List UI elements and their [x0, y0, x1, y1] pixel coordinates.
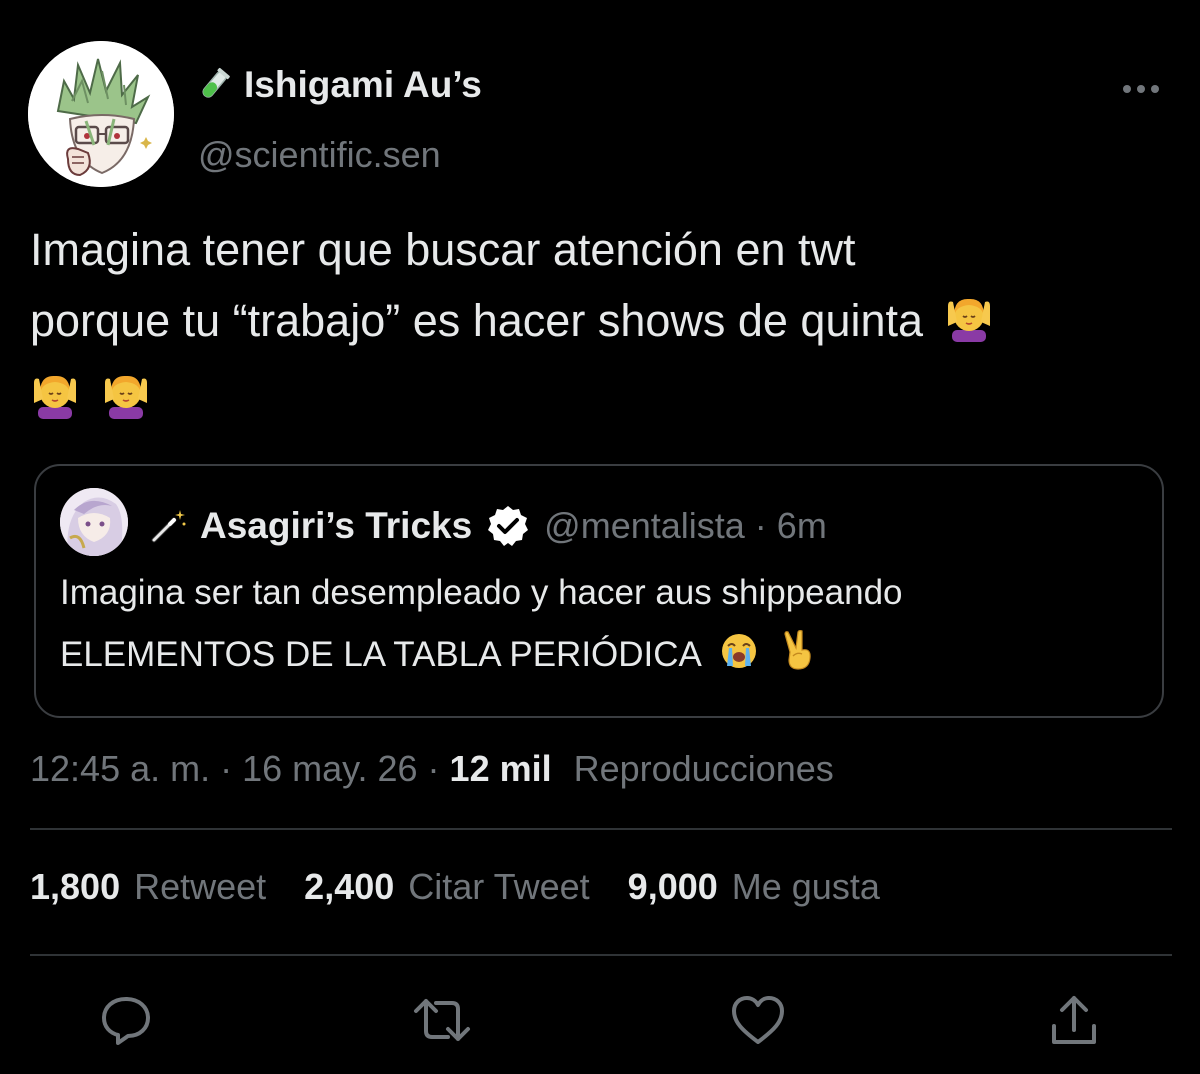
quoted-text-line-2: ELEMENTOS DE LA TABLA PERIÓDICA [60, 624, 1140, 690]
tweet-detail: Ishigami Au’s @scientific.sen Imagina te… [0, 0, 1200, 1074]
quoted-text: Imagina ser tan desempleado y hacer aus … [60, 562, 1140, 690]
tweet-text: Imagina tener que buscar atención en twt… [30, 214, 1180, 439]
divider [30, 828, 1172, 830]
tweet-text-line-2-text: porque tu “trabajo” es hacer shows de qu… [30, 295, 924, 346]
retweets-label: Retweet [134, 866, 267, 907]
face-massage-emoji [944, 291, 994, 362]
more-options-icon[interactable] [1118, 74, 1164, 104]
views-count: 12 mil [449, 748, 552, 789]
retweets-count: 1,800 [30, 866, 121, 907]
retweets-stat[interactable]: 1,800 Retweet [30, 866, 266, 908]
likes-count: 9,000 [627, 866, 718, 907]
likes-stat[interactable]: 9,000 Me gusta [628, 866, 880, 908]
quoted-timestamp[interactable]: 6m [777, 505, 827, 547]
quoted-header: Asagiri’s Tricks @mentalista · 6m [148, 504, 827, 548]
quoted-tweet[interactable]: Asagiri’s Tricks @mentalista · 6m Imagin… [34, 464, 1164, 718]
verified-badge-icon [486, 504, 530, 548]
tweet-text-line-3 [30, 362, 1180, 439]
views-label: Reproducciones [573, 748, 834, 789]
tweet-text-line-1: Imagina tener que buscar atención en twt [30, 224, 856, 275]
meta-separator: · [220, 748, 233, 789]
retweet-icon[interactable] [412, 990, 472, 1050]
quoted-author-handle[interactable]: @mentalista [544, 505, 745, 547]
loudly-crying-face-emoji [720, 628, 758, 690]
likes-label: Me gusta [731, 866, 880, 907]
author-name-label: Ishigami Au’s [244, 64, 482, 105]
author-handle[interactable]: @scientific.sen [198, 134, 441, 176]
quotes-label: Citar Tweet [408, 866, 590, 907]
tweet-text-line-2: porque tu “trabajo” es hacer shows de qu… [30, 285, 1180, 362]
action-bar [0, 990, 1200, 1060]
engagement-stats: 1,800 Retweet 2,400 Citar Tweet 9,000 Me… [30, 866, 918, 908]
author-name[interactable]: Ishigami Au’s [196, 64, 482, 106]
quoted-text-line-1: Imagina ser tan desempleado y hacer aus … [60, 573, 903, 612]
author-avatar[interactable] [28, 41, 174, 187]
quotes-count: 2,400 [304, 866, 395, 907]
like-icon[interactable] [728, 990, 788, 1050]
tweet-meta: 12:45 a. m. · 16 may. 26 · 12 mil Reprod… [30, 748, 834, 790]
quoted-text-line-2-text: ELEMENTOS DE LA TABLA PERIÓDICA [60, 635, 700, 674]
face-massage-emoji [30, 368, 80, 439]
quoted-author-avatar[interactable] [60, 488, 128, 556]
meta-separator: · [427, 748, 440, 789]
face-massage-emoji [101, 368, 151, 439]
reply-icon[interactable] [96, 990, 156, 1050]
quotes-stat[interactable]: 2,400 Citar Tweet [304, 866, 590, 908]
magic-wand-icon [148, 506, 188, 546]
victory-hand-emoji [781, 628, 815, 690]
tweet-date[interactable]: 16 may. 26 [242, 748, 417, 790]
divider [30, 954, 1172, 956]
tweet-time[interactable]: 12:45 a. m. [30, 748, 210, 790]
quoted-separator: · [754, 505, 767, 546]
share-icon[interactable] [1044, 990, 1104, 1050]
quoted-author-name[interactable]: Asagiri’s Tricks [200, 505, 472, 547]
test-tube-icon [196, 67, 232, 103]
